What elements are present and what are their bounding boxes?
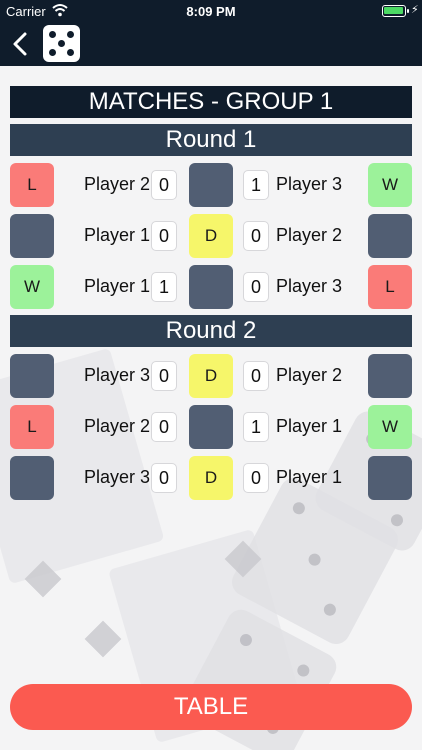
status-bar: Carrier 8:09 PM ⚡ [0,0,422,22]
left-player-name: Player 3 [83,365,150,385]
left-player-name: Player 1 [83,276,150,296]
match-row: W Player 1 1 0 Player 3 L [10,264,412,310]
right-result-badge[interactable]: W [368,405,412,449]
right-result-badge[interactable]: W [368,163,412,207]
right-result-badge[interactable] [368,456,412,500]
right-result-badge[interactable] [368,214,412,258]
right-score-field[interactable]: 0 [243,463,269,493]
round-header-1: Round 1 [10,124,412,156]
round-header-2: Round 2 [10,315,412,347]
right-score-field[interactable]: 0 [243,361,269,391]
left-result-badge[interactable] [10,214,54,258]
right-score-field[interactable]: 0 [243,272,269,302]
match-row: L Player 2 0 1 Player 1 W [10,404,412,450]
match-row: Player 3 0 D 0 Player 2 [10,353,412,399]
right-result-badge[interactable]: L [368,265,412,309]
left-score-field[interactable]: 0 [151,221,177,251]
right-score-field[interactable]: 1 [243,412,269,442]
left-result-badge[interactable]: L [10,163,54,207]
left-result-badge[interactable]: L [10,405,54,449]
draw-result-badge[interactable] [189,265,233,309]
left-score-field[interactable]: 0 [151,463,177,493]
right-score-field[interactable]: 1 [243,170,269,200]
draw-result-badge[interactable] [189,163,233,207]
right-score-field[interactable]: 0 [243,221,269,251]
left-score-field[interactable]: 0 [151,412,177,442]
left-player-name: Player 3 [83,467,150,487]
right-player-name: Player 3 [276,276,343,296]
right-player-name: Player 2 [276,225,343,245]
right-result-badge[interactable] [368,354,412,398]
right-player-name: Player 1 [276,467,343,487]
left-player-name: Player 2 [83,416,150,436]
match-row: L Player 2 0 1 Player 3 W [10,162,412,208]
draw-result-badge[interactable]: D [189,214,233,258]
right-player-name: Player 3 [276,174,343,194]
match-row: Player 1 0 D 0 Player 2 [10,213,412,259]
left-result-badge[interactable] [10,456,54,500]
right-player-name: Player 1 [276,416,343,436]
left-result-badge[interactable] [10,354,54,398]
dice-five-icon [43,25,80,62]
right-player-name: Player 2 [276,365,343,385]
status-time: 8:09 PM [186,4,236,19]
chevron-left-icon [13,32,27,56]
page-title: MATCHES - GROUP 1 [10,86,412,118]
back-button[interactable] [10,30,32,58]
left-player-name: Player 2 [83,174,150,194]
match-row: Player 3 0 D 0 Player 1 [10,455,412,501]
app-header: Carrier 8:09 PM ⚡ [0,0,422,66]
left-player-name: Player 1 [83,225,150,245]
table-button[interactable]: TABLE [10,684,412,730]
left-result-badge[interactable]: W [10,265,54,309]
draw-result-badge[interactable] [189,405,233,449]
left-score-field[interactable]: 0 [151,170,177,200]
draw-result-badge[interactable]: D [189,456,233,500]
left-score-field[interactable]: 1 [151,272,177,302]
left-score-field[interactable]: 0 [151,361,177,391]
battery-icon: ⚡ [382,4,419,17]
draw-result-badge[interactable]: D [189,354,233,398]
